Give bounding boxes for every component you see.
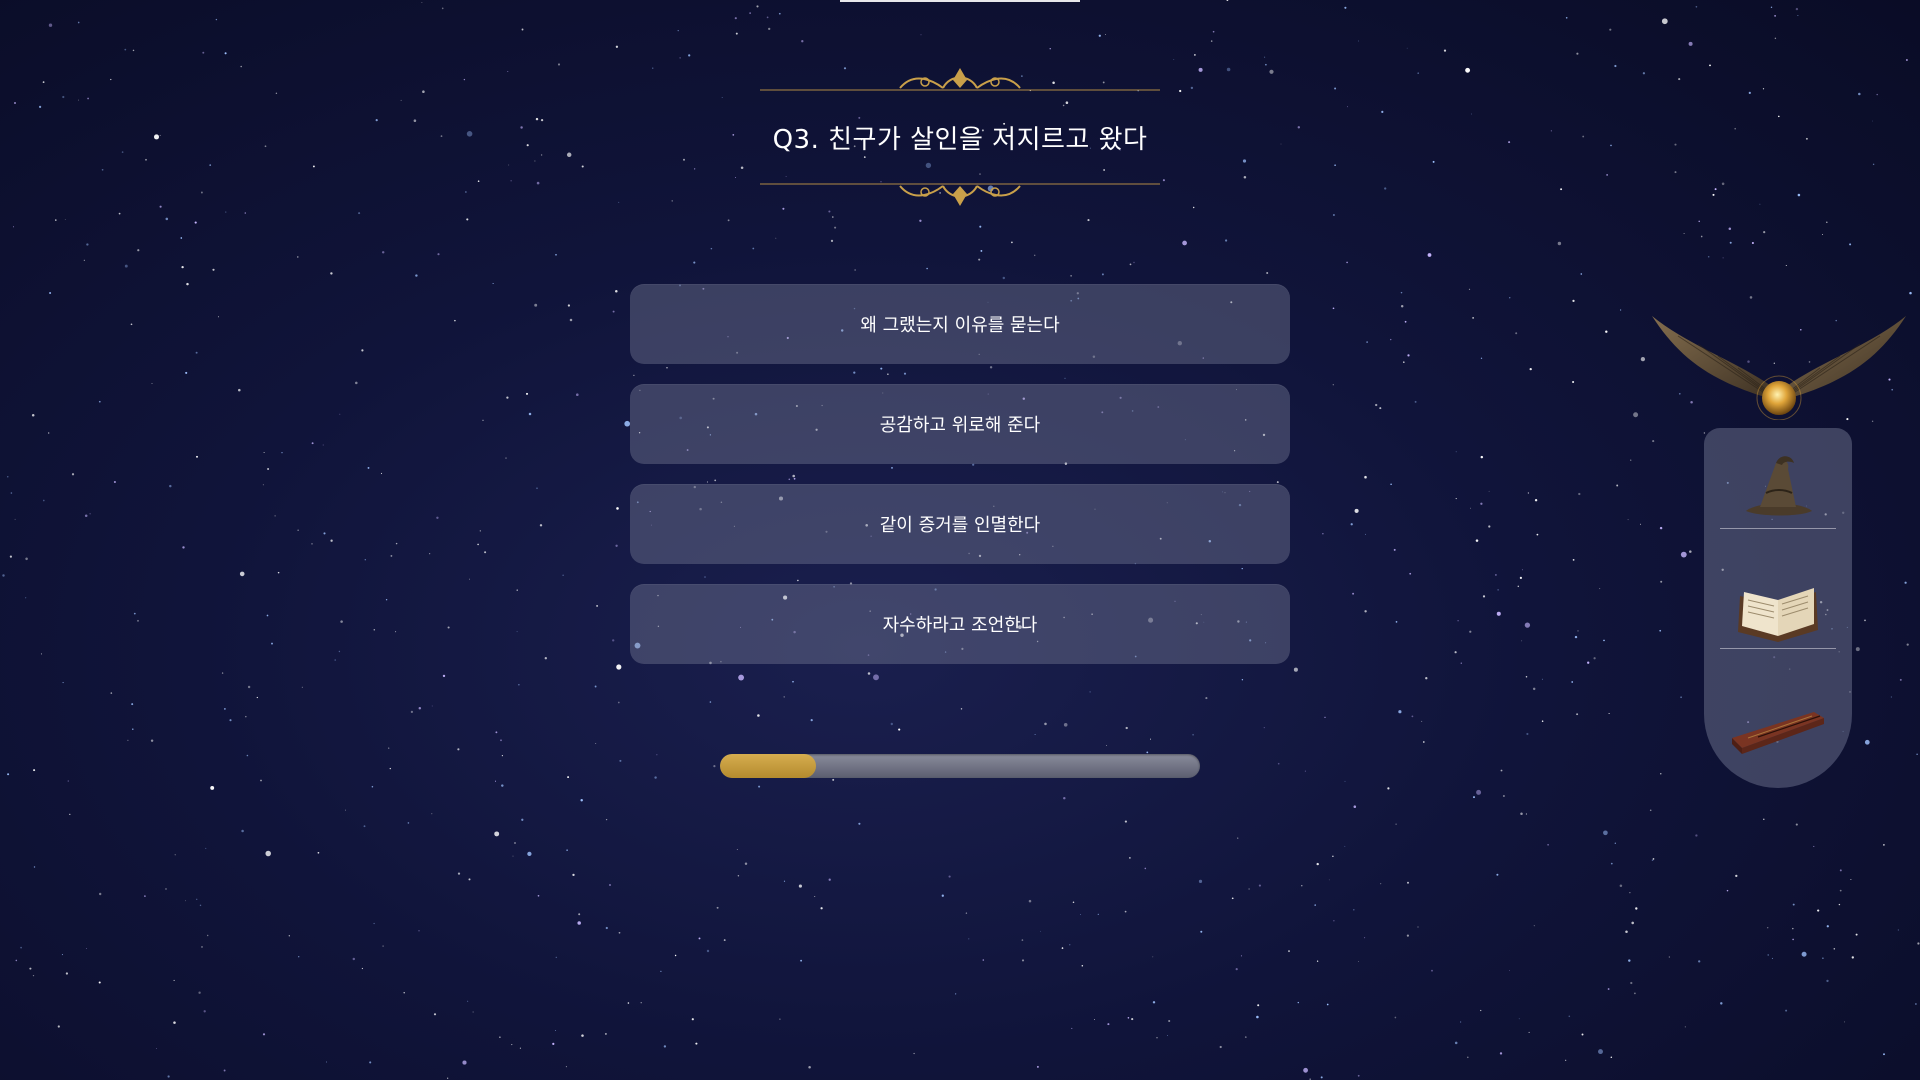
answer-option-1[interactable]: 왜 그랬는지 이유를 묻는다 [630, 284, 1290, 364]
magic-wand-icon [1732, 712, 1824, 754]
sidebar-item-sorting-hat[interactable] [1704, 428, 1852, 548]
answer-option-2[interactable]: 공감하고 위로해 준다 [630, 384, 1290, 464]
top-highlight-strip [840, 0, 1080, 2]
ornament-bottom-icon [760, 183, 1160, 206]
answer-option-1-label: 왜 그랬는지 이유를 묻는다 [860, 315, 1060, 336]
progress-fill [720, 754, 816, 778]
answer-option-4-label: 자수하라고 조언한다 [882, 615, 1038, 636]
question-title: Q3. 친구가 살인을 저지르고 왔다 [772, 125, 1148, 155]
ornament-top-icon [760, 68, 1160, 91]
side-menu [1704, 428, 1852, 788]
progress-bar [720, 754, 1200, 778]
sorting-hat-icon [1746, 456, 1812, 516]
answer-option-3-label: 같이 증거를 인멸한다 [879, 515, 1041, 536]
answer-option-3[interactable]: 같이 증거를 인멸한다 [630, 484, 1290, 564]
spell-book-icon [1738, 588, 1818, 642]
sidebar-item-spell-book[interactable] [1704, 550, 1852, 670]
answer-option-2-label: 공감하고 위로해 준다 [879, 415, 1041, 436]
sidebar-item-wand-box[interactable] [1704, 668, 1852, 788]
answer-option-4[interactable]: 자수하라고 조언한다 [630, 584, 1290, 664]
golden-snitch-icon [1652, 316, 1906, 420]
sidebar-divider [1720, 528, 1836, 529]
sidebar-divider [1720, 648, 1836, 649]
